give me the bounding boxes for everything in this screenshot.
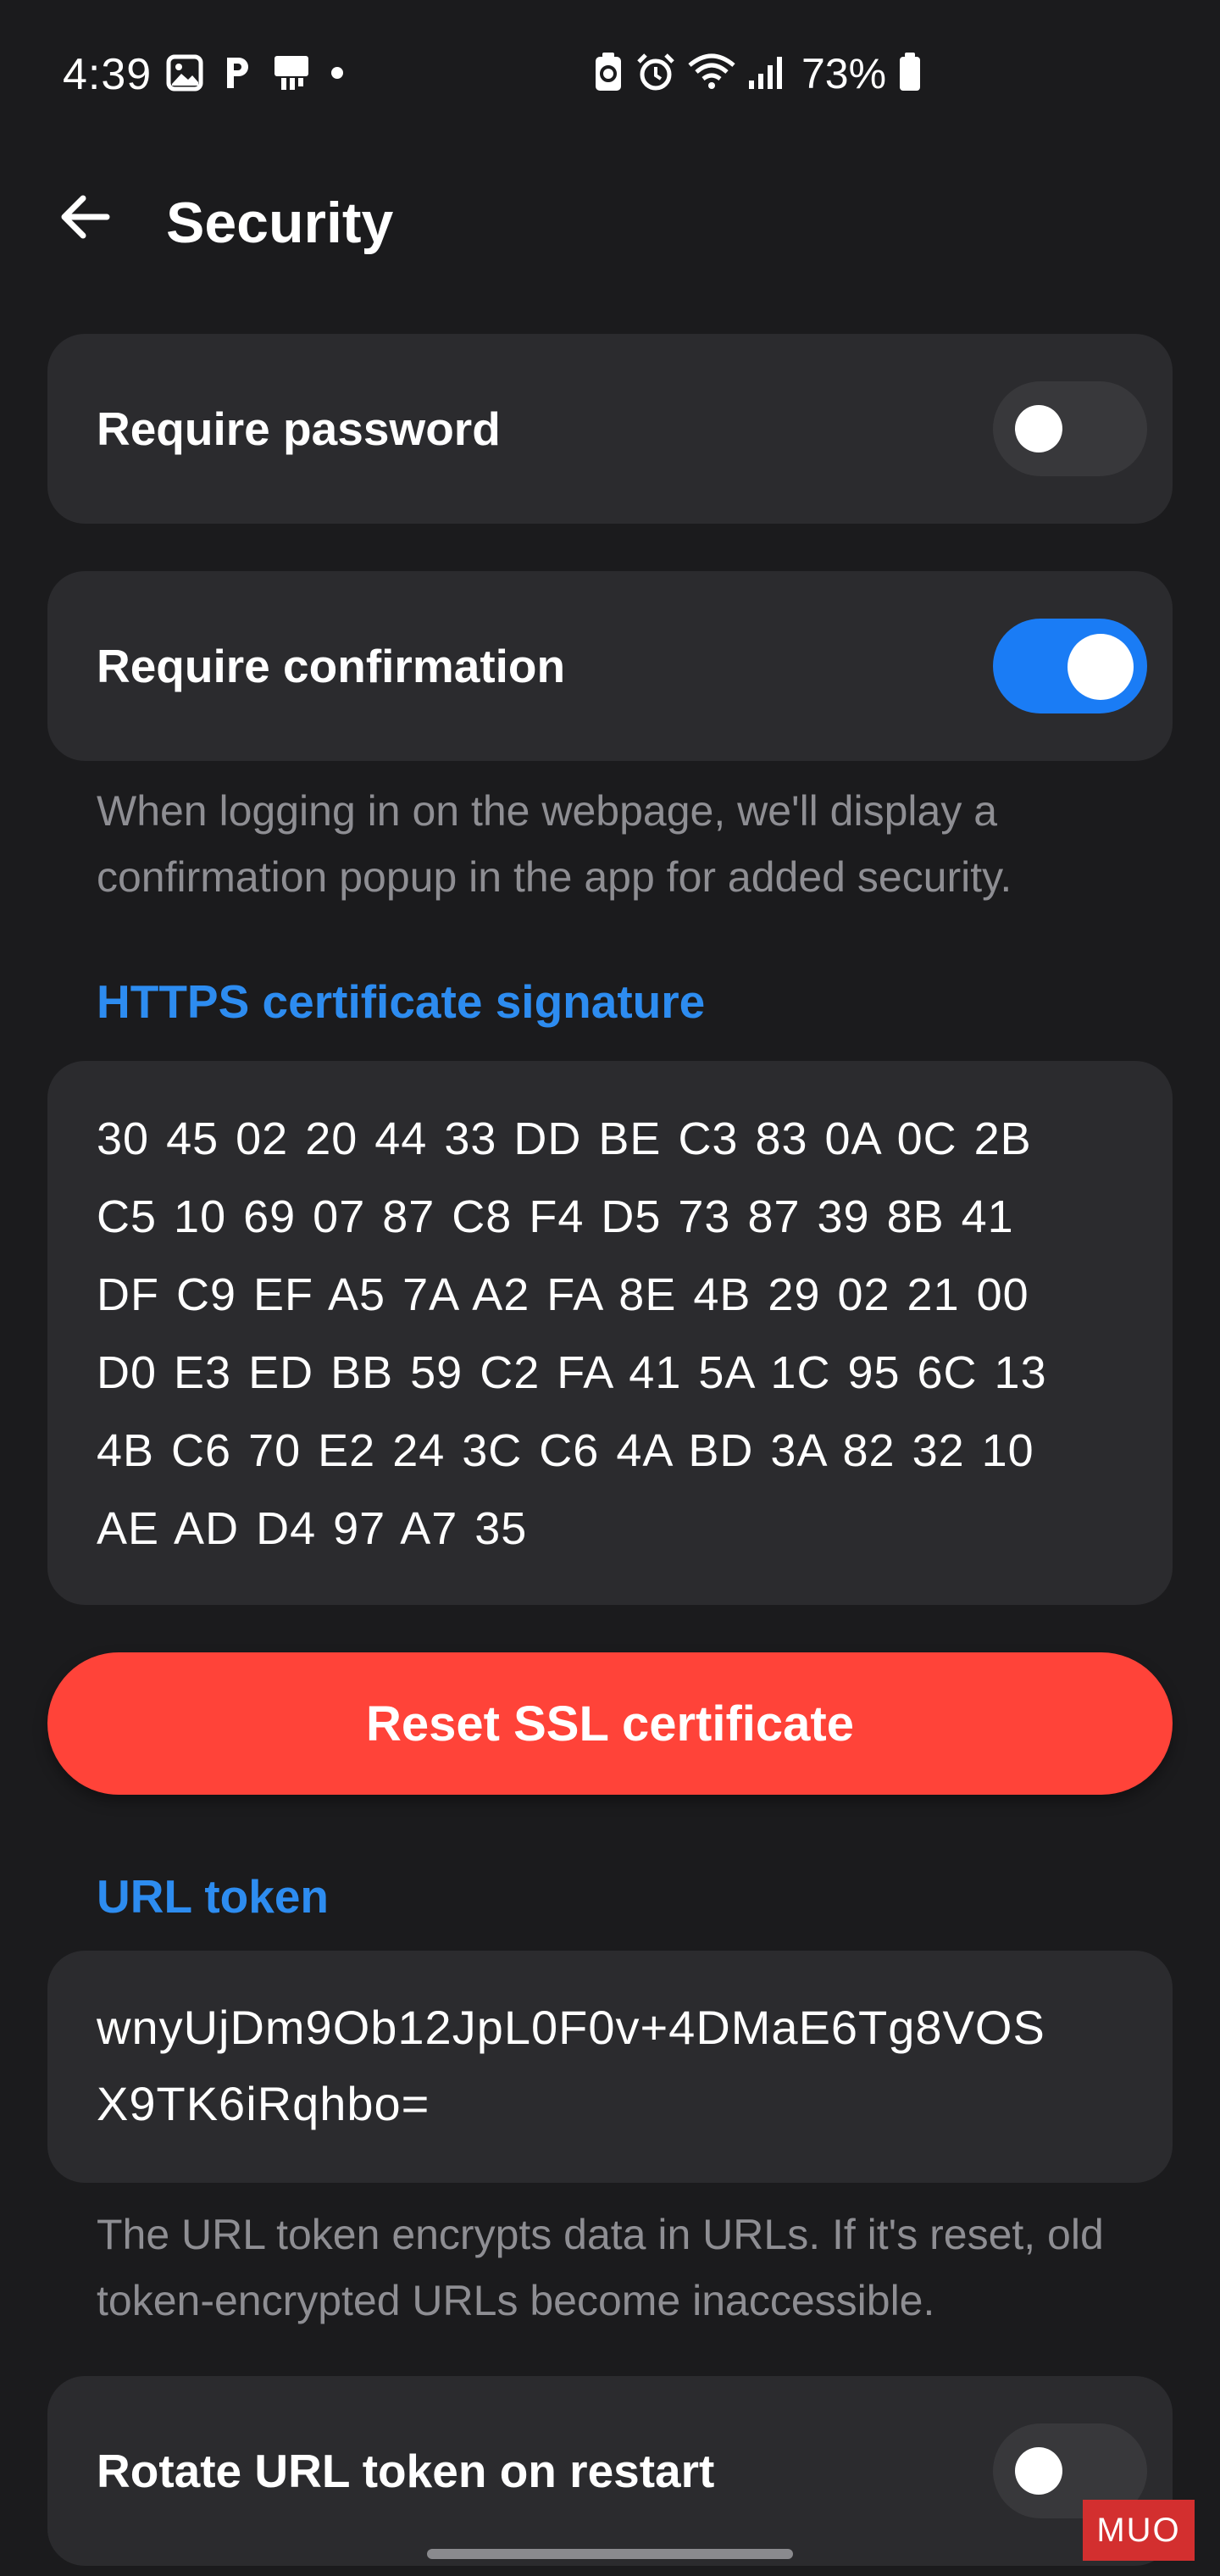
toggle-knob [1015,2447,1062,2495]
app-header: Security [0,169,1220,263]
require-confirmation-description: When logging in on the webpage, we'll di… [97,787,1012,901]
toggle-knob [1068,634,1134,700]
require-confirmation-label: Require confirmation [97,640,566,692]
arrow-left-icon [58,190,112,248]
url-token-value: wnyUjDm9Ob12JpL0F0v+4DMaE6Tg8VOS X9TK6iR… [47,1951,1173,2142]
signal-icon [747,53,785,95]
certificate-line: DF C9 EF A5 7A A2 FA 8E 4B 29 02 21 00 [97,1269,1029,1320]
status-bar: 4:39 73% [0,0,1220,144]
status-left-icons [166,53,344,97]
alarm-icon [635,52,676,97]
rotate-url-token-row[interactable]: Rotate URL token on restart [47,2376,1173,2566]
wifi-icon [688,53,735,95]
require-password-row[interactable]: Require password [47,334,1173,524]
require-confirmation-toggle[interactable] [993,619,1147,713]
battery-percent: 73% [801,50,887,97]
certificate-line: AE AD D4 97 A7 35 [97,1503,528,1554]
url-token-card: wnyUjDm9Ob12JpL0F0v+4DMaE6Tg8VOS X9TK6iR… [47,1951,1173,2183]
p-icon [222,54,252,96]
toggle-knob [1015,405,1062,452]
reset-ssl-certificate-button[interactable]: Reset SSL certificate [47,1652,1173,1795]
require-password-label: Require password [97,402,501,455]
rotate-url-token-label: Rotate URL token on restart [97,2445,715,2497]
back-button[interactable] [51,185,119,253]
cast-icon [271,53,312,97]
certificate-line: D0 E3 ED BB 59 C2 FA 41 5A 1C 95 6C 13 [97,1347,1047,1398]
page-title: Security [166,191,394,255]
security-screen: 4:39 73% Security Require password Requi… [0,0,1220,2576]
url-token-line: X9TK6iRqhbo= [97,2077,430,2130]
require-password-toggle[interactable] [993,381,1147,476]
battery-icon [898,52,922,97]
url-token-section-title: URL token [97,1870,330,1923]
https-certificate-section-title: HTTPS certificate signature [97,975,706,1028]
certificate-line: C5 10 69 07 87 C8 F4 D5 73 87 39 8B 41 [97,1191,1014,1242]
require-confirmation-row[interactable]: Require confirmation [47,571,1173,761]
certificate-line: 30 45 02 20 44 33 DD BE C3 83 0A 0C 2B [97,1113,1032,1164]
https-certificate-card: 30 45 02 20 44 33 DD BE C3 83 0A 0C 2B C… [47,1061,1173,1605]
url-token-line: wnyUjDm9Ob12JpL0F0v+4DMaE6Tg8VOS [97,2001,1045,2054]
battery-saver-icon [593,52,624,97]
status-time: 4:39 [63,50,152,99]
certificate-line: 4B C6 70 E2 24 3C C6 4A BD 3A 82 32 10 [97,1425,1034,1476]
gallery-icon [166,54,203,96]
status-right: 73% [593,49,922,98]
dot-icon [330,66,344,84]
muo-watermark: MUO [1083,2500,1195,2561]
home-indicator[interactable] [427,2549,793,2559]
url-token-description: The URL token encrypts data in URLs. If … [97,2211,1104,2324]
certificate-signature: 30 45 02 20 44 33 DD BE C3 83 0A 0C 2B C… [47,1061,1173,1568]
